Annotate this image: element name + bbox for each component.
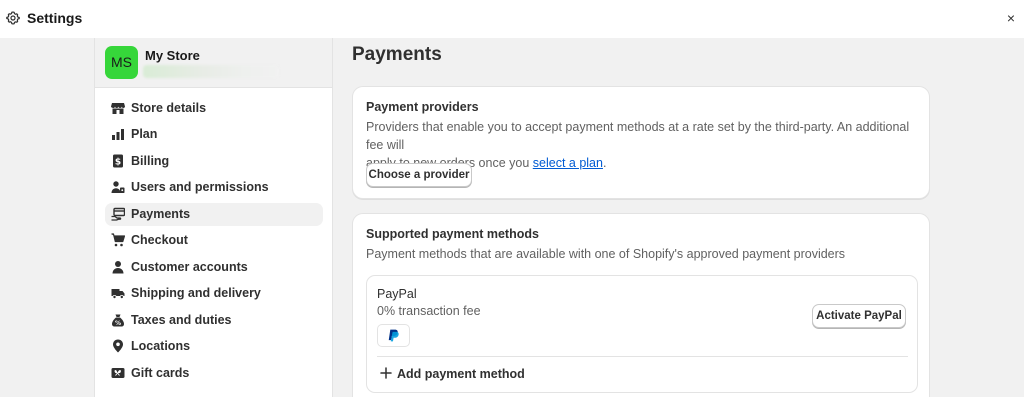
description-suffix: .	[602, 156, 607, 170]
store-name: My Store	[145, 48, 200, 63]
sidebar-item-billing[interactable]: $ Billing	[105, 150, 323, 173]
plus-icon	[380, 367, 392, 379]
store-header[interactable]: MS My Store	[95, 38, 332, 88]
transaction-fee: 0% transaction fee	[377, 304, 481, 318]
cart-icon	[111, 233, 125, 247]
activate-paypal-button[interactable]: Activate PayPal	[812, 304, 906, 328]
choose-provider-button[interactable]: Choose a provider	[366, 163, 472, 187]
settings-sidebar: MS My Store Store details Plan $ Billing…	[94, 38, 333, 397]
top-bar: Settings ×	[0, 0, 1024, 38]
sidebar-item-store-details[interactable]: Store details	[105, 97, 323, 120]
sidebar-item-label: Billing	[131, 154, 170, 168]
sidebar-item-label: Checkout	[131, 233, 188, 247]
sidebar-item-customer-accounts[interactable]: Customer accounts	[105, 256, 323, 279]
sidebar-item-label: Shipping and delivery	[131, 286, 261, 300]
paypal-logo-icon	[388, 329, 399, 342]
paypal-logo-badge	[377, 324, 410, 347]
users-icon	[111, 181, 125, 193]
sidebar-item-label: Payments	[131, 207, 191, 221]
svg-text:$: $	[115, 158, 121, 168]
store-icon	[111, 103, 125, 114]
sidebar-item-checkout[interactable]: Checkout	[105, 229, 323, 252]
location-pin-icon	[113, 339, 123, 353]
card-description: Payment methods that are available with …	[366, 247, 846, 261]
gift-card-icon	[111, 368, 125, 378]
payment-providers-card: Payment providers Providers that enable …	[352, 86, 930, 199]
sidebar-item-label: Taxes and duties	[131, 313, 232, 327]
close-button[interactable]: ×	[1004, 9, 1018, 27]
settings-title: Settings	[27, 10, 83, 26]
sidebar-item-label: Customer accounts	[131, 260, 248, 274]
description-line-1: Providers that enable you to accept paym…	[366, 120, 910, 152]
person-icon	[112, 261, 124, 274]
sidebar-item-plan[interactable]: Plan	[105, 123, 323, 146]
gear-icon	[6, 11, 20, 25]
page-title: Payments	[352, 44, 442, 65]
payments-icon	[111, 207, 125, 221]
sidebar-item-label: Gift cards	[131, 366, 190, 380]
divider	[377, 356, 908, 357]
select-a-plan-link[interactable]: select a plan	[533, 156, 603, 170]
sidebar-item-shipping[interactable]: Shipping and delivery	[105, 282, 323, 305]
tax-icon: %	[112, 314, 124, 327]
sidebar-item-users[interactable]: Users and permissions	[105, 176, 323, 199]
sidebar-item-label: Plan	[131, 127, 158, 141]
billing-icon: $	[113, 154, 123, 168]
sidebar-item-label: Locations	[131, 339, 191, 353]
sidebar-item-locations[interactable]: Locations	[105, 335, 323, 358]
sidebar-item-label: Users and permissions	[131, 180, 269, 194]
paypal-method-box: PayPal 0% transaction fee Activate PayPa…	[366, 275, 918, 393]
truck-icon	[111, 289, 125, 299]
payment-method-name: PayPal	[377, 287, 417, 301]
sidebar-item-taxes[interactable]: % Taxes and duties	[105, 309, 323, 332]
svg-text:%: %	[115, 320, 121, 327]
sidebar-item-payments[interactable]: Payments	[105, 203, 323, 226]
supported-methods-card: Supported payment methods Payment method…	[352, 213, 930, 397]
plan-icon	[112, 129, 124, 140]
card-title: Payment providers	[366, 100, 479, 114]
card-title: Supported payment methods	[366, 227, 539, 241]
sidebar-item-label: Store details	[131, 101, 207, 115]
add-payment-method-label: Add payment method	[397, 367, 525, 381]
store-domain-blurred	[143, 65, 279, 78]
store-avatar: MS	[105, 46, 138, 79]
sidebar-item-gift-cards[interactable]: Gift cards	[105, 362, 323, 385]
